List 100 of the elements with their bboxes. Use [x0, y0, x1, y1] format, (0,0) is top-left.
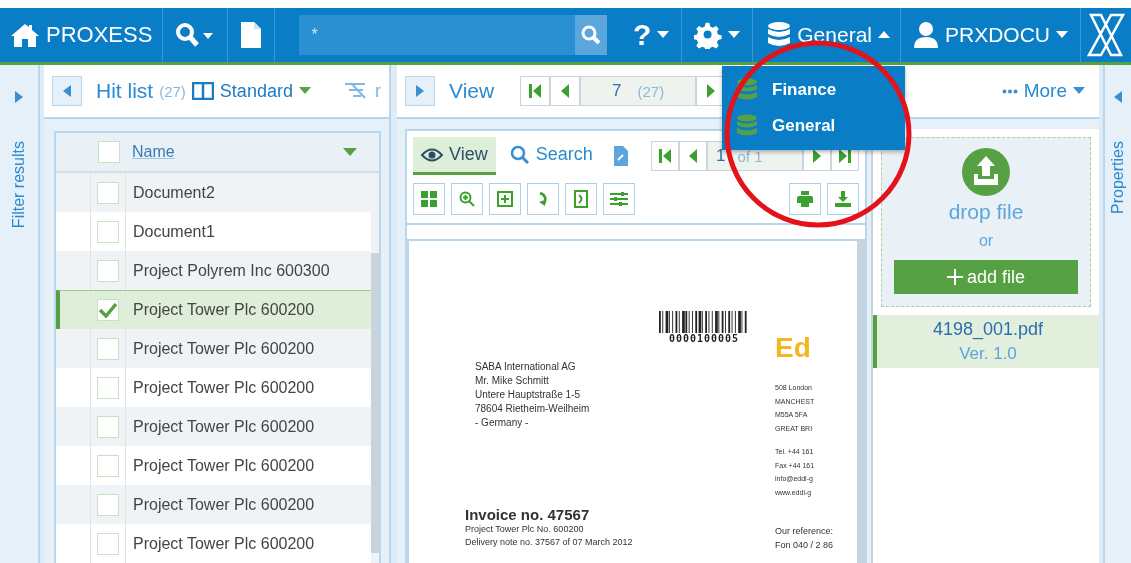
- table-row[interactable]: Project Tower Plc 600200: [56, 485, 371, 524]
- barcode-number: 0000100005: [668, 333, 740, 344]
- logo-icon: [1087, 13, 1125, 57]
- select-all-checkbox[interactable]: [98, 141, 120, 163]
- address-line: Mr. Mike Schmitt: [475, 374, 550, 388]
- first-icon: [529, 84, 542, 98]
- column-header[interactable]: Name: [132, 143, 175, 161]
- scrollbar-thumb[interactable]: [371, 253, 379, 553]
- previous-page-button[interactable]: [679, 141, 707, 171]
- database-icon[interactable]: [767, 21, 792, 49]
- home-icon[interactable]: [10, 22, 40, 48]
- thumbnails-button[interactable]: [413, 183, 445, 215]
- app-name[interactable]: PROXESS: [46, 22, 153, 48]
- next-icon: [813, 149, 821, 163]
- caret-icon[interactable]: [1073, 87, 1085, 95]
- panel-title: View: [449, 79, 495, 103]
- first-page-button[interactable]: [651, 141, 679, 171]
- page-width-button[interactable]: [565, 183, 597, 215]
- row-checkbox[interactable]: [97, 220, 119, 243]
- row-checkbox[interactable]: [97, 532, 119, 555]
- row-checkbox[interactable]: [97, 415, 119, 438]
- document-name: Project Tower Plc 600200: [133, 456, 315, 475]
- search-field[interactable]: *: [299, 15, 575, 55]
- invoice-title: Invoice no. 47567: [465, 506, 591, 523]
- fit-button[interactable]: [489, 183, 521, 215]
- table-row[interactable]: Project Tower Plc 600200: [56, 329, 371, 368]
- columns-icon[interactable]: [191, 82, 214, 100]
- upload-icon: [962, 148, 1010, 196]
- document-icon[interactable]: [240, 21, 263, 49]
- invoice-line: Delivery note no. 37567 of 07 March 2012: [465, 536, 634, 549]
- document-name: Project Tower Plc 600200: [133, 534, 315, 553]
- user-icon[interactable]: [913, 21, 939, 49]
- first-button[interactable]: [520, 76, 551, 106]
- filter-clear-icon[interactable]: [343, 81, 369, 101]
- drop-zone[interactable]: drop file or add file: [881, 137, 1091, 307]
- filter-results-tab[interactable]: Filter results: [10, 141, 28, 229]
- adjust-button[interactable]: [603, 183, 635, 215]
- company-logo: Ed: [775, 332, 811, 363]
- sort-caret-icon[interactable]: [343, 147, 357, 157]
- first-icon: [659, 149, 671, 163]
- last-icon: [839, 149, 851, 163]
- row-checkbox[interactable]: [97, 337, 119, 360]
- grid-icon: [421, 191, 437, 207]
- rotate-button[interactable]: [527, 183, 559, 215]
- row-checkbox[interactable]: [97, 259, 119, 282]
- menu-item[interactable]: Finance: [722, 72, 905, 108]
- properties-tab[interactable]: Properties: [1109, 141, 1127, 214]
- page-icon: [574, 190, 588, 208]
- settings-icon[interactable]: [694, 21, 723, 49]
- collapse-icon[interactable]: [1114, 91, 1122, 103]
- database-menu[interactable]: General: [797, 23, 872, 47]
- print-button[interactable]: [789, 183, 821, 215]
- hit-count: (27): [159, 82, 186, 100]
- rotate-icon: [537, 191, 549, 207]
- more-menu[interactable]: More: [1023, 80, 1067, 102]
- file-item[interactable]: 4198_001.pdf Ver. 1.0: [873, 315, 1099, 368]
- document-name: Project Tower Plc 600200: [133, 417, 315, 436]
- caret-icon[interactable]: [728, 31, 741, 39]
- database-icon: [736, 78, 758, 102]
- row-checkbox[interactable]: [97, 493, 119, 516]
- zoom-in-button[interactable]: [451, 183, 483, 215]
- document-name: Project Tower Plc 600200: [133, 301, 315, 319]
- caret-icon[interactable]: [878, 31, 890, 39]
- filter-label[interactable]: r: [375, 80, 381, 102]
- document-name: Project Tower Plc 600200: [133, 339, 315, 358]
- address-line: 78604 Rietheim-Weilheim: [475, 402, 591, 416]
- position-field[interactable]: 7 (27): [580, 76, 697, 106]
- expand-icon[interactable]: [15, 91, 23, 103]
- row-checkbox[interactable]: [97, 181, 119, 204]
- help-menu[interactable]: ?: [632, 18, 652, 52]
- file-version: Ver. 1.0: [959, 344, 1017, 364]
- add-file-button[interactable]: add file: [894, 260, 1078, 294]
- layout-selector[interactable]: Standard: [219, 80, 293, 102]
- address-line: Untere Hauptstraße 1-5: [475, 388, 582, 402]
- document-name: Project Tower Plc 600200: [133, 495, 315, 514]
- row-checkbox[interactable]: [97, 376, 119, 399]
- previous-button[interactable]: [550, 76, 581, 106]
- caret-icon[interactable]: [657, 31, 670, 39]
- search-icon[interactable]: [175, 22, 216, 48]
- panel-title: Hit list: [96, 79, 154, 103]
- caret-icon[interactable]: [1056, 31, 1068, 39]
- table-row[interactable]: Document2: [56, 173, 371, 212]
- user-menu[interactable]: PRXDOCU: [945, 23, 1050, 47]
- expand-button[interactable]: [405, 76, 435, 106]
- document-edit-icon[interactable]: [612, 145, 629, 167]
- viewer-tab[interactable]: View: [413, 137, 496, 175]
- collapse-button[interactable]: [52, 76, 82, 106]
- file-name: 4198_001.pdf: [932, 319, 1044, 340]
- row-checkbox[interactable]: [97, 454, 119, 477]
- caret-icon[interactable]: [298, 87, 311, 95]
- or-label: or: [978, 232, 994, 250]
- reference-line: Our reference:: [775, 526, 834, 536]
- more-icon[interactable]: [1001, 88, 1018, 94]
- table-row[interactable]: Project Polyrem Inc 600300: [56, 251, 371, 290]
- download-button[interactable]: [827, 183, 859, 215]
- search-button[interactable]: [574, 15, 607, 55]
- table-row[interactable]: Project Tower Plc 600200: [56, 290, 371, 329]
- row-checkbox[interactable]: [97, 299, 119, 321]
- viewer-tab[interactable]: Search: [501, 137, 601, 175]
- table-row[interactable]: Project Tower Plc 600200: [56, 407, 371, 446]
